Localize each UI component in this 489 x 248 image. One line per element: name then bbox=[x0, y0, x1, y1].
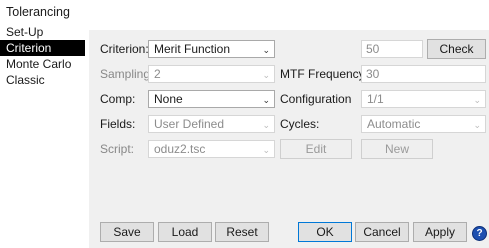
script-value: oduz2.tsc bbox=[154, 142, 206, 156]
mtf-frequency-label: MTF Frequency: bbox=[280, 67, 369, 81]
criterion-panel: Criterion: Merit Function ⌄ 50 Check Sam… bbox=[89, 30, 489, 248]
check-button[interactable]: Check bbox=[427, 39, 486, 59]
edit-button[interactable]: Edit bbox=[280, 139, 352, 159]
sampling-select[interactable]: 2 ⌄ bbox=[148, 65, 275, 83]
chevron-down-icon: ⌄ bbox=[473, 95, 481, 105]
configuration-select[interactable]: 1/1 ⌄ bbox=[361, 90, 486, 108]
chevron-down-icon: ⌄ bbox=[262, 120, 270, 130]
cycles-select[interactable]: Automatic ⌄ bbox=[361, 115, 486, 133]
sidebar-item-classic[interactable]: Classic bbox=[0, 72, 85, 88]
chevron-down-icon: ⌄ bbox=[262, 70, 270, 80]
apply-button[interactable]: Apply bbox=[413, 222, 467, 242]
script-label: Script: bbox=[100, 142, 135, 156]
comp-select[interactable]: None ⌄ bbox=[148, 90, 275, 108]
fields-label: Fields: bbox=[100, 117, 136, 131]
cycles-value: Automatic bbox=[367, 117, 421, 131]
chevron-down-icon: ⌄ bbox=[473, 120, 481, 130]
cancel-button[interactable]: Cancel bbox=[355, 222, 409, 242]
sidebar: Set-Up Criterion Monte Carlo Classic bbox=[0, 24, 85, 88]
criterion-value-field[interactable]: 50 bbox=[361, 40, 423, 58]
save-button[interactable]: Save bbox=[100, 222, 154, 242]
sidebar-item-monte-carlo[interactable]: Monte Carlo bbox=[0, 56, 85, 72]
help-icon[interactable]: ? bbox=[472, 226, 487, 241]
new-button[interactable]: New bbox=[361, 139, 433, 159]
mtf-frequency-field[interactable]: 30 bbox=[361, 65, 486, 83]
criterion-label: Criterion: bbox=[100, 42, 149, 56]
fields-select[interactable]: User Defined ⌄ bbox=[148, 115, 275, 133]
criterion-value: Merit Function bbox=[154, 42, 231, 56]
load-button[interactable]: Load bbox=[158, 222, 212, 242]
sidebar-item-set-up[interactable]: Set-Up bbox=[0, 24, 85, 40]
sampling-value: 2 bbox=[154, 67, 161, 81]
configuration-value: 1/1 bbox=[367, 92, 384, 106]
chevron-down-icon: ⌄ bbox=[262, 145, 270, 155]
window-title: Tolerancing bbox=[6, 5, 70, 19]
comp-value: None bbox=[154, 92, 183, 106]
sidebar-item-criterion[interactable]: Criterion bbox=[0, 40, 85, 56]
chevron-down-icon: ⌄ bbox=[262, 95, 270, 105]
reset-button[interactable]: Reset bbox=[215, 222, 269, 242]
chevron-down-icon: ⌄ bbox=[262, 45, 270, 55]
comp-label: Comp: bbox=[100, 92, 136, 106]
criterion-select[interactable]: Merit Function ⌄ bbox=[148, 40, 275, 58]
sampling-label: Sampling: bbox=[100, 67, 154, 81]
configuration-label: Configuration bbox=[280, 92, 352, 106]
ok-button[interactable]: OK bbox=[298, 222, 352, 242]
fields-value: User Defined bbox=[154, 117, 225, 131]
script-select[interactable]: oduz2.tsc ⌄ bbox=[148, 140, 275, 158]
cycles-label: Cycles: bbox=[280, 117, 320, 131]
